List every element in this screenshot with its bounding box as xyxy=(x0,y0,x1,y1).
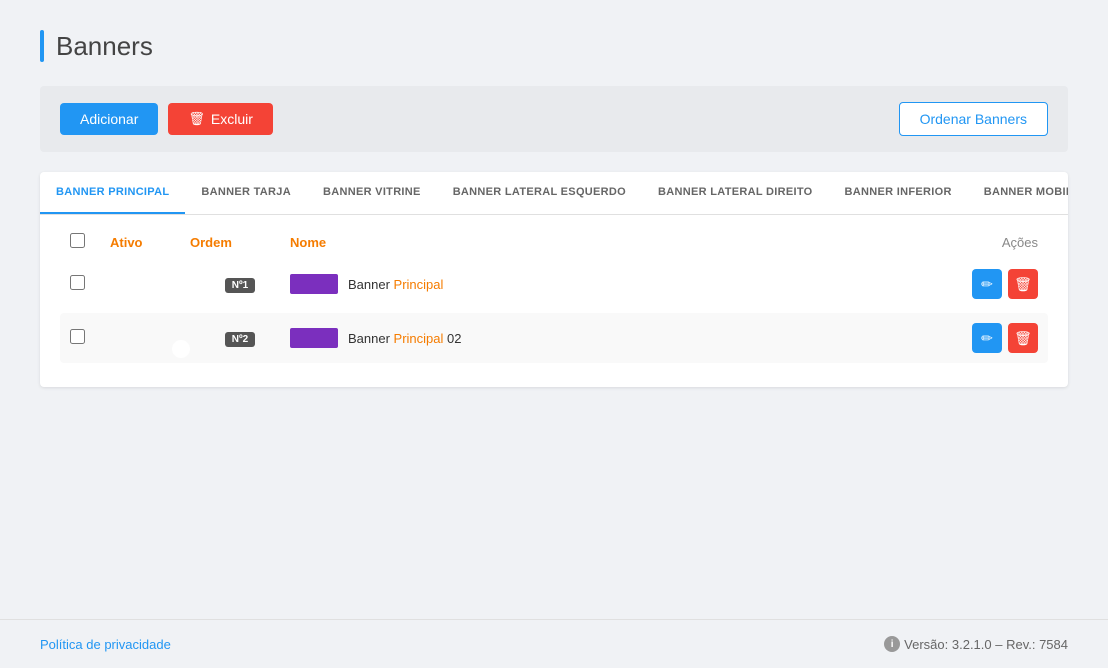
table-row: Nº1 Banner Principal ✏ 🗑 xyxy=(60,259,1048,309)
tab-banner-principal[interactable]: BANNER PRINCIPAL xyxy=(40,172,185,214)
row2-badge: Nº2 xyxy=(225,332,255,347)
row1-delete-button[interactable]: 🗑 xyxy=(1008,269,1038,299)
trash-icon: 🗑 xyxy=(188,111,205,127)
row1-name-cell: Banner Principal xyxy=(290,274,918,294)
pencil-icon: ✏ xyxy=(981,330,993,347)
row1-banner-name: Banner Principal xyxy=(348,277,443,292)
add-button[interactable]: Adicionar xyxy=(60,103,158,135)
row2-checkbox[interactable] xyxy=(70,329,85,344)
tab-banner-vitrine[interactable]: BANNER VITRINE xyxy=(307,172,437,214)
tab-banner-lateral-direito[interactable]: BANNER LATERAL DIREITO xyxy=(642,172,829,214)
toolbar: Adicionar 🗑 Excluir Ordenar Banners xyxy=(40,86,1068,152)
page-title-wrapper: Banners xyxy=(40,30,1068,62)
order-button-label: Ordenar Banners xyxy=(920,111,1027,127)
toolbar-left: Adicionar 🗑 Excluir xyxy=(60,103,273,135)
row2-banner-preview xyxy=(290,328,338,348)
page-title: Banners xyxy=(56,31,153,62)
row1-banner-preview xyxy=(290,274,338,294)
row2-badge-cell: Nº2 xyxy=(190,329,290,347)
row2-checkbox-cell xyxy=(70,329,110,347)
col-checkbox-header xyxy=(70,233,110,251)
tabs-header: BANNER PRINCIPAL BANNER TARJA BANNER VIT… xyxy=(40,172,1068,215)
row1-checkbox[interactable] xyxy=(70,275,85,290)
pencil-icon: ✏ xyxy=(981,276,993,293)
row1-checkbox-cell xyxy=(70,275,110,293)
add-button-label: Adicionar xyxy=(80,111,138,127)
row1-badge: Nº1 xyxy=(225,278,255,293)
trash-icon: 🗑 xyxy=(1014,330,1032,347)
tab-banner-tarja[interactable]: BANNER TARJA xyxy=(185,172,307,214)
col-nome-header: Nome xyxy=(290,235,918,250)
info-icon: i xyxy=(884,636,900,652)
row2-edit-button[interactable]: ✏ xyxy=(972,323,1002,353)
tabs-container: BANNER PRINCIPAL BANNER TARJA BANNER VIT… xyxy=(40,172,1068,387)
title-bar-accent xyxy=(40,30,44,62)
page-wrapper: Banners Adicionar 🗑 Excluir Ordenar Bann… xyxy=(0,0,1108,668)
tab-banner-mobile[interactable]: BANNER MOBILE xyxy=(968,172,1068,214)
main-content: Banners Adicionar 🗑 Excluir Ordenar Bann… xyxy=(0,0,1108,619)
select-all-checkbox[interactable] xyxy=(70,233,85,248)
col-acoes-header: Ações xyxy=(918,235,1038,250)
tab-banner-inferior[interactable]: BANNER INFERIOR xyxy=(829,172,968,214)
row2-delete-button[interactable]: 🗑 xyxy=(1008,323,1038,353)
footer: Política de privacidade i Versão: 3.2.1.… xyxy=(0,619,1108,668)
row1-actions-cell: ✏ 🗑 xyxy=(918,269,1038,299)
delete-button[interactable]: 🗑 Excluir xyxy=(168,103,273,135)
privacy-link[interactable]: Política de privacidade xyxy=(40,637,171,652)
table-header: Ativo Ordem Nome Ações xyxy=(60,225,1048,259)
order-button[interactable]: Ordenar Banners xyxy=(899,102,1048,136)
tabs-body: Ativo Ordem Nome Ações xyxy=(40,215,1068,387)
col-ordem-header: Ordem xyxy=(190,235,290,250)
row2-banner-name: Banner Principal 02 xyxy=(348,331,461,346)
tab-banner-lateral-esquerdo[interactable]: BANNER LATERAL ESQUERDO xyxy=(437,172,642,214)
row2-name-cell: Banner Principal 02 xyxy=(290,328,918,348)
trash-icon: 🗑 xyxy=(1014,276,1032,293)
row2-actions-cell: ✏ 🗑 xyxy=(918,323,1038,353)
row1-edit-button[interactable]: ✏ xyxy=(972,269,1002,299)
col-ativo-header: Ativo xyxy=(110,235,190,250)
version-text: Versão: 3.2.1.0 – Rev.: 7584 xyxy=(904,637,1068,652)
delete-button-label: Excluir xyxy=(211,111,253,127)
footer-version: i Versão: 3.2.1.0 – Rev.: 7584 xyxy=(884,636,1068,652)
row1-badge-cell: Nº1 xyxy=(190,275,290,293)
table-row: Nº2 Banner Principal 02 ✏ 🗑 xyxy=(60,313,1048,363)
